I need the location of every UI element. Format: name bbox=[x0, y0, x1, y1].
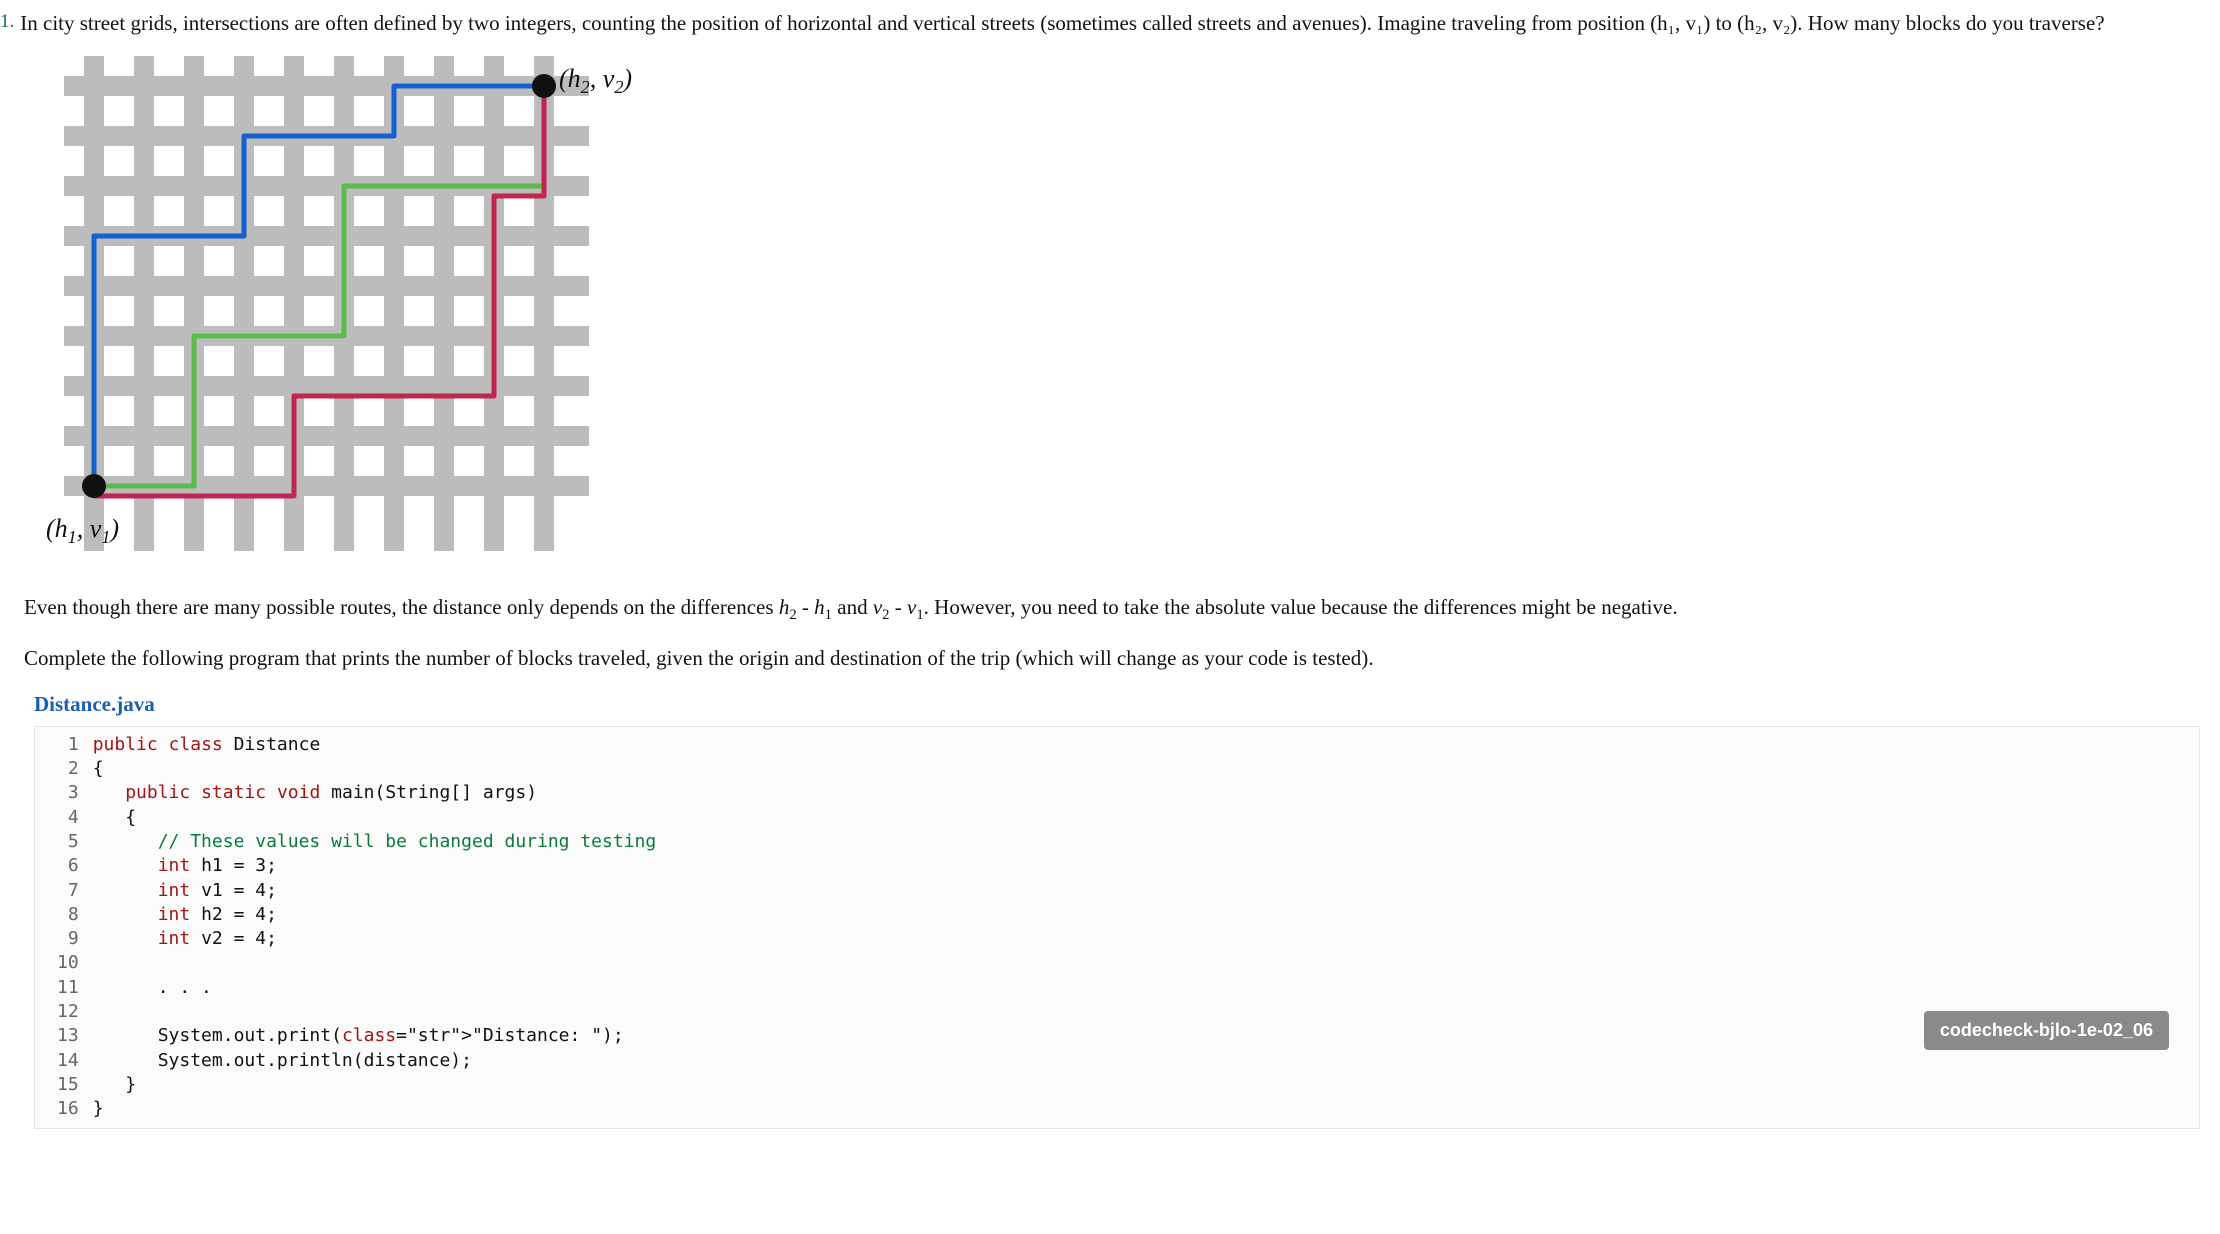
paragraph-2: Complete the following program that prin… bbox=[24, 643, 2200, 673]
paragraph-1: Even though there are many possible rout… bbox=[24, 592, 2200, 627]
code-gutter: 12345678910111213141516 bbox=[35, 733, 93, 1122]
grid-svg bbox=[64, 56, 589, 551]
coord-end-label: (h2, v2) bbox=[559, 60, 632, 101]
question-text: In city street grids, intersections are … bbox=[20, 8, 2200, 38]
question-row: 1. In city street grids, intersections a… bbox=[0, 8, 2200, 38]
coord-start-label: (h1, v1) bbox=[46, 510, 119, 551]
codecheck-badge: codecheck-bjlo-1e-02_06 bbox=[1924, 1011, 2169, 1049]
code-area: public class Distance{ public static voi… bbox=[93, 733, 2199, 1122]
content-area: (h2, v2) (h1, v1) Even though there are … bbox=[24, 56, 2200, 1128]
question-number: 1. bbox=[0, 8, 20, 36]
code-block: 12345678910111213141516 public class Dis… bbox=[34, 726, 2200, 1129]
grid-figure: (h2, v2) (h1, v1) bbox=[64, 56, 684, 576]
code-filename: Distance.java bbox=[34, 689, 2200, 719]
